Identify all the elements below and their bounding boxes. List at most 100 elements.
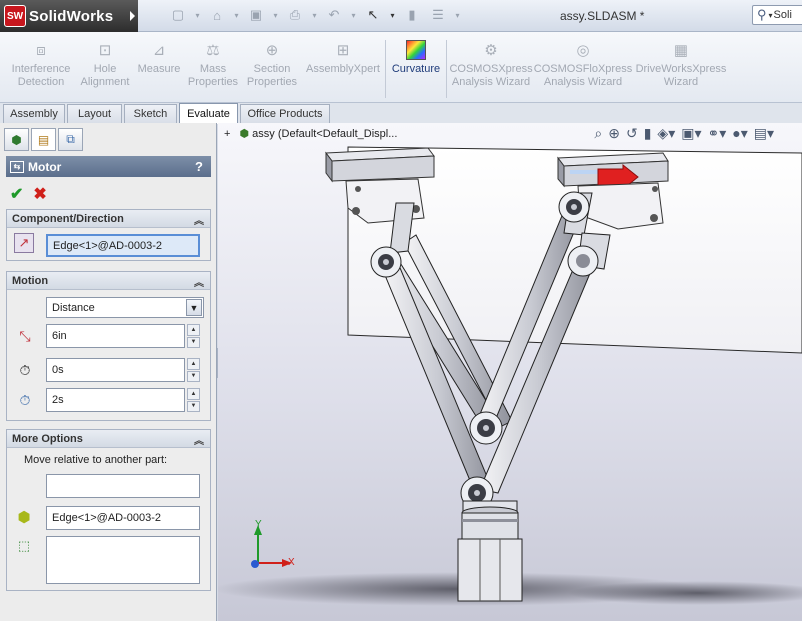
distance-icon: ⤡ — [19, 327, 31, 344]
reference-list-box[interactable] — [46, 536, 200, 584]
save-icon[interactable]: ▣ — [246, 6, 266, 24]
button-label-line1: Section — [253, 63, 291, 75]
spin-down-icon[interactable]: ▼ — [187, 336, 200, 348]
property-manager-tab-icon[interactable]: ▤ — [31, 128, 56, 151]
spin-up-icon[interactable]: ▲ — [187, 358, 200, 370]
property-manager-title: Motor — [28, 159, 62, 174]
section-properties-button[interactable]: ⊕ Section Properties — [244, 40, 300, 89]
spin-up-icon[interactable]: ▲ — [187, 324, 200, 336]
mass-properties-button[interactable]: ⚖ Mass Properties — [186, 40, 240, 89]
app-name: SolidWorks — [29, 7, 114, 25]
motor-icon: ⇆ — [10, 160, 24, 173]
start-time-field[interactable]: 0s — [46, 358, 185, 382]
button-label-line2: Analysis Wizard — [543, 76, 623, 88]
section-header[interactable]: More Options ︽ — [7, 430, 210, 448]
button-label-line2: Detection — [17, 76, 65, 88]
button-label-line2: Wizard — [663, 76, 699, 88]
search-dropdown-icon: ▾ — [768, 10, 773, 20]
direction-arrow-icon[interactable]: ↗ — [14, 233, 34, 253]
model-scene — [218, 146, 802, 606]
spin-down-icon[interactable]: ▼ — [187, 400, 200, 412]
interference-detection-button[interactable]: ⧈ Interference Detection — [8, 40, 74, 89]
search-box[interactable]: ⚲ ▾ Soli — [752, 5, 802, 25]
component-direction-section: Component/Direction ︽ ↗ Edge<1>@AD-0003-… — [6, 209, 211, 261]
help-button[interactable]: ? — [195, 159, 203, 174]
graphics-viewport[interactable]: + ⬢ assy (Default<Default_Displ... ⌕ ⊕ ↺… — [218, 123, 802, 621]
open-dropdown-icon[interactable]: ▾ — [233, 6, 240, 24]
distance-field[interactable]: 6in — [46, 324, 185, 348]
collapse-chevron-icon[interactable]: ︽ — [194, 432, 204, 447]
duration-spinner[interactable]: ▲ ▼ — [187, 388, 200, 412]
tab-sketch[interactable]: Sketch — [124, 104, 177, 123]
section-header[interactable]: Component/Direction ︽ — [7, 210, 210, 228]
motion-type-value: Distance — [52, 301, 95, 314]
duration-field[interactable]: 2s — [46, 388, 185, 412]
distance-spinner[interactable]: ▲ ▼ — [187, 324, 200, 348]
reference-edge-field[interactable]: Edge<1>@AD-0003-2 — [46, 506, 200, 530]
button-label-line1: Measure — [137, 63, 181, 75]
cancel-button[interactable]: ✖ — [33, 184, 46, 204]
menu-expand-icon — [130, 11, 135, 21]
select-dropdown-icon[interactable]: ▾ — [389, 6, 396, 24]
tab-evaluate[interactable]: Evaluate — [179, 103, 238, 124]
interference-icon: ⧈ — [36, 41, 46, 59]
spin-up-icon[interactable]: ▲ — [187, 388, 200, 400]
section-header[interactable]: Motion ︽ — [7, 272, 210, 290]
collapse-chevron-icon[interactable]: ︽ — [194, 274, 204, 289]
triad-y-label: Y — [255, 519, 262, 530]
command-manager-tabs: Assembly Layout Sketch Evaluate Office P… — [0, 103, 802, 124]
driveworksxpress-icon: ▦ — [673, 41, 689, 59]
options-dropdown-icon[interactable]: ▾ — [454, 6, 461, 24]
relative-part-field[interactable] — [46, 474, 200, 498]
print-dropdown-icon[interactable]: ▾ — [311, 6, 318, 24]
tab-office-products[interactable]: Office Products — [240, 104, 330, 123]
curvature-button[interactable]: Curvature — [388, 40, 444, 76]
ok-button[interactable]: ✔ — [10, 184, 23, 204]
spin-down-icon[interactable]: ▼ — [187, 370, 200, 382]
cosmosxpress-button[interactable]: ⚙ COSMOSXpress Analysis Wizard — [449, 40, 533, 89]
solidworks-logo-icon: SW — [4, 5, 26, 27]
hole-alignment-button[interactable]: ⊡ Hole Alignment — [78, 40, 132, 89]
button-label-line2: Analysis Wizard — [451, 76, 531, 88]
start-time-spinner[interactable]: ▲ ▼ — [187, 358, 200, 382]
button-label-line1: AssemblyXpert — [306, 63, 380, 75]
component-cube-icon: ⬢ — [17, 509, 31, 526]
collapse-chevron-icon[interactable]: ︽ — [194, 212, 204, 227]
section-properties-icon: ⊕ — [265, 41, 279, 59]
motion-type-select[interactable]: Distance ▼ — [46, 297, 204, 318]
button-label-line2: Alignment — [80, 76, 130, 88]
measure-button[interactable]: ⊿ Measure — [134, 40, 184, 76]
tab-assembly[interactable]: Assembly — [3, 104, 65, 123]
options-icon[interactable]: ☰ — [428, 6, 448, 24]
duration-stopwatch-icon: ⏱ — [19, 391, 31, 408]
print-icon[interactable]: ⎙ — [285, 6, 305, 24]
assemblyxpert-button[interactable]: ⊞ AssemblyXpert — [304, 40, 382, 76]
button-label-line1: Hole — [93, 63, 117, 75]
configuration-manager-tab-icon[interactable]: ⧉ — [58, 128, 83, 151]
more-options-section: More Options ︽ Move relative to another … — [6, 429, 211, 591]
button-label-line1: COSMOSXpress — [449, 63, 533, 75]
button-label-line1: DriveWorksXpress — [635, 63, 727, 75]
app-menu-button[interactable]: SW SolidWorks — [0, 0, 138, 32]
button-label-line1: Curvature — [391, 63, 441, 75]
undo-dropdown-icon[interactable]: ▾ — [350, 6, 357, 24]
new-document-icon[interactable]: ▢ — [168, 6, 188, 24]
rebuild-icon[interactable]: ▮ — [402, 6, 422, 24]
driveworksxpress-button[interactable]: ▦ DriveWorksXpress Wizard — [634, 40, 728, 89]
mate-reference-icon: ⬚ — [17, 538, 31, 553]
ok-cancel-bar: ✔ ✖ — [10, 184, 47, 204]
open-folder-icon[interactable]: ⌂ — [207, 6, 227, 24]
component-direction-field[interactable]: Edge<1>@AD-0003-2 — [46, 234, 200, 257]
feature-manager-tab-icon[interactable]: ⬢ — [4, 128, 29, 151]
assemblyxpert-icon: ⊞ — [336, 41, 350, 59]
new-dropdown-icon[interactable]: ▾ — [194, 6, 201, 24]
curvature-icon — [406, 40, 426, 60]
left-mount-bracket — [325, 147, 435, 224]
save-dropdown-icon[interactable]: ▾ — [272, 6, 279, 24]
select-cursor-icon[interactable]: ↖ — [363, 6, 383, 24]
undo-icon[interactable]: ↶ — [324, 6, 344, 24]
cosmosfloxpress-button[interactable]: ◎ COSMOSFloXpress Analysis Wizard — [534, 40, 632, 89]
chevron-down-icon[interactable]: ▼ — [186, 299, 202, 316]
property-manager-panel: ⬢ ▤ ⧉ ⇆ Motor ? ✔ ✖ Component/Direction … — [0, 123, 217, 621]
tab-layout[interactable]: Layout — [67, 104, 122, 123]
